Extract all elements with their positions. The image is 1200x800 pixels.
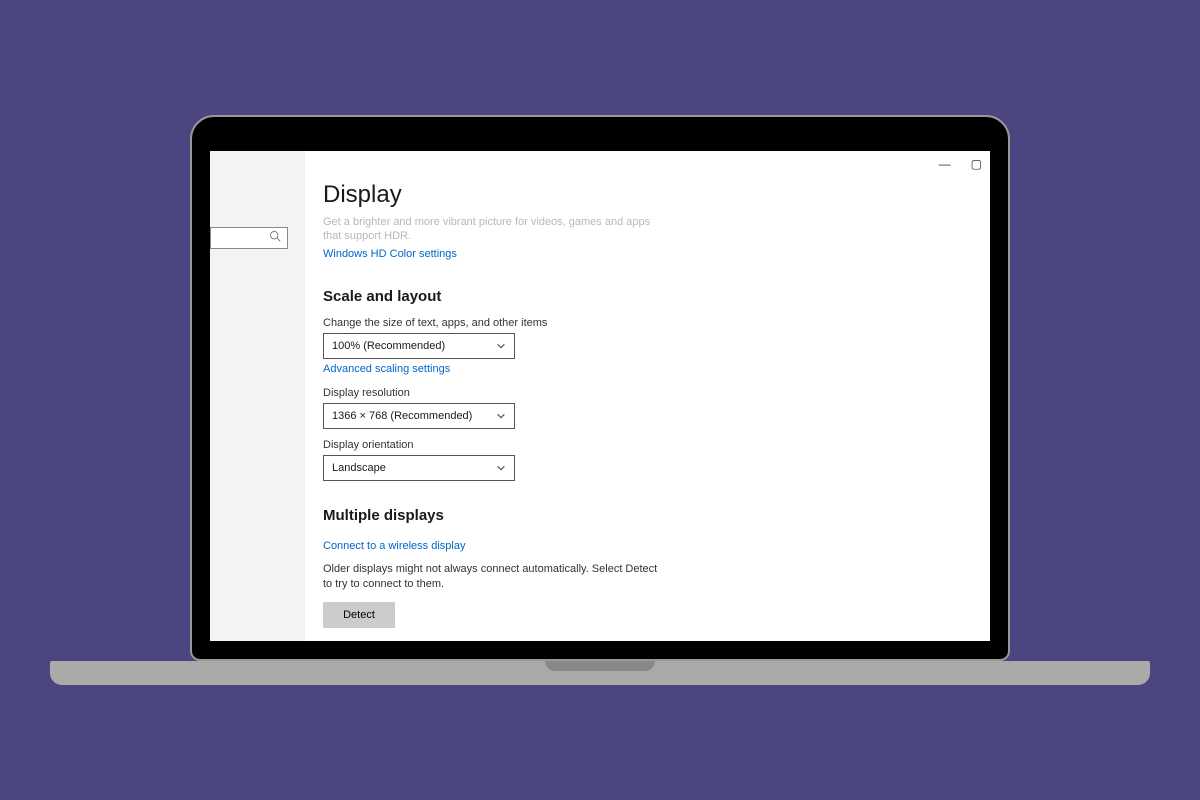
chevron-down-icon <box>496 411 506 421</box>
multiple-displays-heading: Multiple displays <box>323 507 966 524</box>
older-displays-text: Older displays might not always connect … <box>323 562 663 593</box>
resolution-value: 1366 × 768 (Recommended) <box>332 410 472 422</box>
scale-layout-heading: Scale and layout <box>323 288 966 305</box>
orientation-dropdown[interactable]: Landscape <box>323 455 515 481</box>
laptop-bezel: — ▢ Display Get a brighter and more vibr… <box>190 115 1010 661</box>
laptop-notch <box>545 661 655 671</box>
search-icon <box>269 229 281 247</box>
settings-sidebar <box>210 151 305 641</box>
page-title: Display <box>323 181 966 209</box>
text-size-dropdown[interactable]: 100% (Recommended) <box>323 333 515 359</box>
advanced-scaling-link[interactable]: Advanced scaling settings <box>323 363 450 375</box>
orientation-label: Display orientation <box>323 439 966 451</box>
detect-button[interactable]: Detect <box>323 602 395 628</box>
laptop-mockup: — ▢ Display Get a brighter and more vibr… <box>190 115 1010 685</box>
text-size-value: 100% (Recommended) <box>332 340 445 352</box>
display-settings-panel: Display Get a brighter and more vibrant … <box>305 151 990 641</box>
search-input[interactable] <box>210 227 288 249</box>
settings-window: — ▢ Display Get a brighter and more vibr… <box>210 151 990 641</box>
hdr-description: Get a brighter and more vibrant picture … <box>323 215 653 244</box>
text-size-label: Change the size of text, apps, and other… <box>323 317 966 329</box>
laptop-base <box>50 661 1150 685</box>
resolution-dropdown[interactable]: 1366 × 768 (Recommended) <box>323 403 515 429</box>
resolution-label: Display resolution <box>323 387 966 399</box>
hd-color-settings-link[interactable]: Windows HD Color settings <box>323 248 457 260</box>
wireless-display-link[interactable]: Connect to a wireless display <box>323 540 465 552</box>
orientation-value: Landscape <box>332 462 386 474</box>
chevron-down-icon <box>496 463 506 473</box>
chevron-down-icon <box>496 341 506 351</box>
